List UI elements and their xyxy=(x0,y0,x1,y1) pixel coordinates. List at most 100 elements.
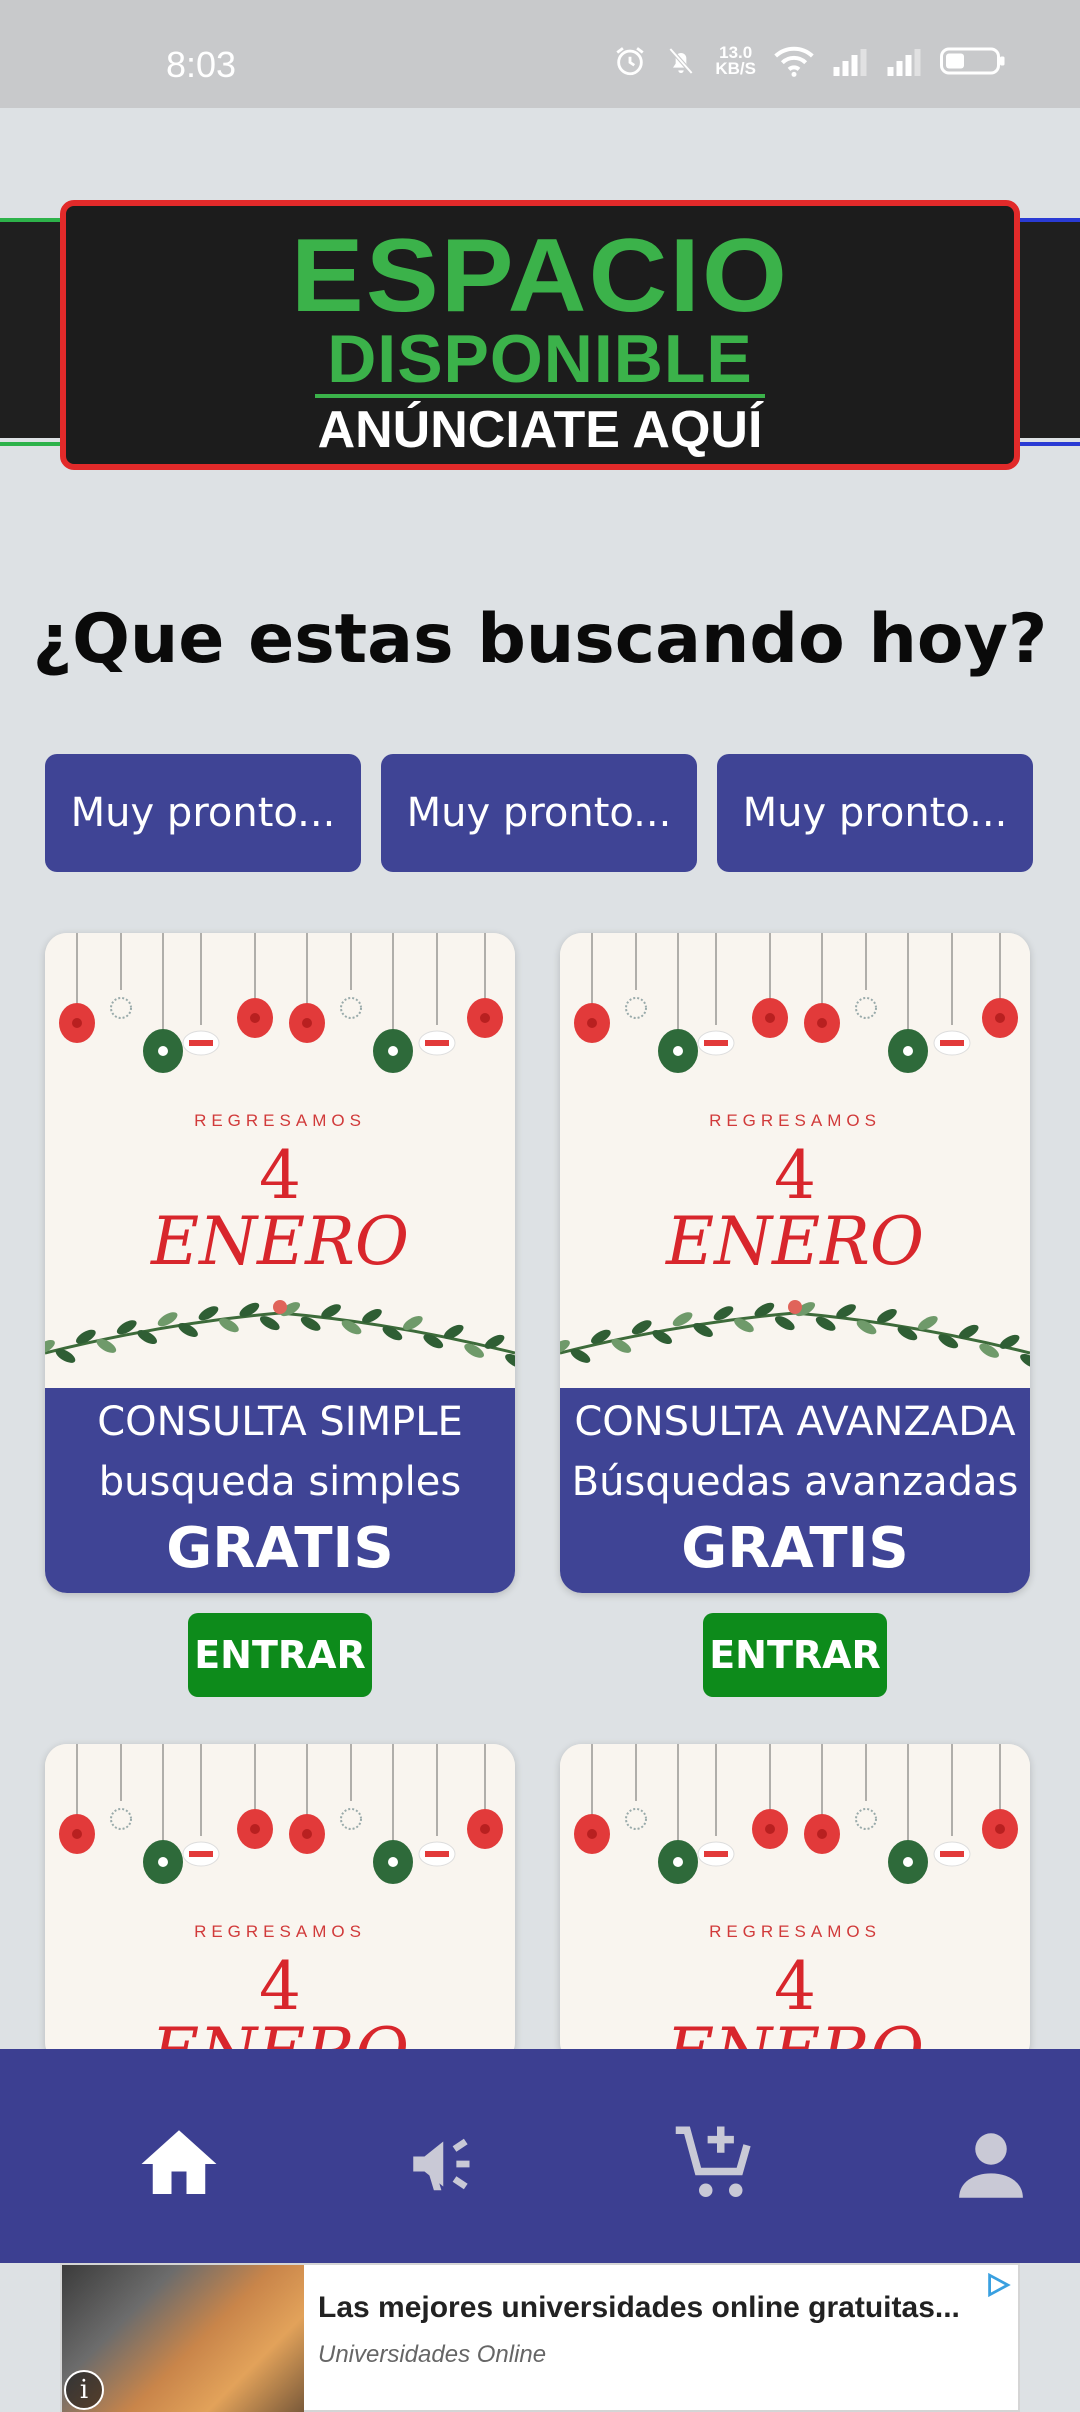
soon-button-3[interactable]: Muy pronto... xyxy=(717,754,1033,872)
card-image-number: 4 xyxy=(774,1948,816,2025)
ornaments-decoration xyxy=(59,1744,503,1884)
card-4[interactable]: REGRESAMOS 4 ENERO xyxy=(560,1744,1030,2064)
snowflake-icon xyxy=(110,997,132,1019)
ornament-center xyxy=(388,1857,398,1867)
ad-info-icon[interactable]: i xyxy=(64,2370,104,2410)
card-image-number: 4 xyxy=(774,1137,816,1214)
banner-box[interactable]: ESPACIO DISPONIBLE ANÚNCIATE AQUÍ xyxy=(60,200,1020,470)
ornament-center xyxy=(158,1046,168,1056)
ornament-band xyxy=(425,1851,449,1857)
card-image-number: 4 xyxy=(259,1948,301,2025)
person-icon[interactable] xyxy=(946,2119,1036,2209)
garland-decoration xyxy=(560,1300,1030,1368)
card-image: REGRESAMOS 4 ENERO xyxy=(560,1744,1030,2064)
ornament-band xyxy=(940,1851,964,1857)
card-image: REGRESAMOS 4 ENERO xyxy=(45,1744,515,2064)
ornament-center xyxy=(817,1829,827,1839)
card-image-kicker: REGRESAMOS xyxy=(194,1111,366,1130)
garland-branch xyxy=(560,1311,1030,1355)
page-title: ¿Que estas buscando hoy? xyxy=(32,600,1048,679)
ornament-center xyxy=(72,1829,82,1839)
ad-banner[interactable]: i Las mejores universidades online gratu… xyxy=(60,2263,1020,2412)
snowflake-icon xyxy=(625,1808,647,1830)
ornament-band xyxy=(425,1040,449,1046)
signal-icon-2 xyxy=(887,49,921,76)
snowflake-icon xyxy=(110,1808,132,1830)
battery-icon xyxy=(940,47,1005,75)
ornament-center xyxy=(250,1824,260,1834)
card-subtitle: Búsquedas avanzadas xyxy=(571,1459,1019,1505)
snowflake-icon xyxy=(340,1808,362,1830)
card-consulta-avanzada[interactable]: REGRESAMOS 4 ENERO CONSULTA AVANZADA Bús… xyxy=(560,933,1030,1593)
ornament-band xyxy=(189,1040,213,1046)
ornament-band xyxy=(704,1040,728,1046)
ornaments-decoration xyxy=(574,1744,1018,1884)
ad-title[interactable]: Las mejores universidades online gratuit… xyxy=(318,2291,960,2325)
card-footer: CONSULTA AVANZADA Búsquedas avanzadas GR… xyxy=(560,1388,1030,1593)
banner-ad[interactable]: ESPACIO DISPONIBLE ANÚNCIATE AQUÍ xyxy=(0,200,1080,470)
ornament-center xyxy=(903,1857,913,1867)
ornament-center xyxy=(480,1824,490,1834)
adchoices-icon[interactable] xyxy=(984,2271,1012,2299)
ad-image: i xyxy=(62,2265,304,2412)
card-consulta-simple[interactable]: REGRESAMOS 4 ENERO CONSULTA SIMPLE busqu… xyxy=(45,933,515,1593)
card-image-number: 4 xyxy=(259,1137,301,1214)
net-speed: 13.0 KB/S xyxy=(715,43,756,78)
signal-icon xyxy=(833,49,867,76)
status-time: 8:03 xyxy=(166,44,237,85)
bottom-navigation xyxy=(0,2049,1080,2263)
ornament-center xyxy=(302,1829,312,1839)
card-image-kicker: REGRESAMOS xyxy=(709,1922,881,1941)
banner-line1: ESPACIO xyxy=(290,218,790,334)
wifi-icon xyxy=(774,46,814,77)
snowflake-icon xyxy=(625,997,647,1019)
ornament-band xyxy=(189,1851,213,1857)
snowflake-icon xyxy=(855,1808,877,1830)
card-title: CONSULTA AVANZADA xyxy=(574,1399,1016,1445)
card-image-month: ENERO xyxy=(666,1203,924,1280)
ornament-center xyxy=(673,1857,683,1867)
ornament-center xyxy=(250,1013,260,1023)
soon-buttons-row: Muy pronto... Muy pronto... Muy pronto..… xyxy=(45,754,1033,872)
garland-branch xyxy=(45,1311,515,1355)
ornament-center xyxy=(302,1018,312,1028)
garland-decoration xyxy=(45,1300,515,1368)
ornament-center xyxy=(995,1824,1005,1834)
card-image-kicker: REGRESAMOS xyxy=(194,1922,366,1941)
card-price: GRATIS xyxy=(166,1516,394,1581)
garland-berry xyxy=(788,1300,802,1314)
alarm-icon xyxy=(616,47,644,76)
ornament-center xyxy=(995,1013,1005,1023)
cart-add-icon[interactable] xyxy=(672,2119,762,2209)
ornament-center xyxy=(765,1013,775,1023)
ornament-center xyxy=(158,1857,168,1867)
garland-leaf xyxy=(505,1354,515,1368)
card-image: REGRESAMOS 4 ENERO xyxy=(560,933,1030,1388)
ornament-center xyxy=(673,1046,683,1056)
card-3[interactable]: REGRESAMOS 4 ENERO xyxy=(45,1744,515,2064)
ornament-center xyxy=(587,1829,597,1839)
ornament-center xyxy=(587,1018,597,1028)
card-image-kicker: REGRESAMOS xyxy=(709,1111,881,1130)
card-image-month: ENERO xyxy=(151,1203,409,1280)
megaphone-icon[interactable] xyxy=(402,2119,492,2209)
card-price: GRATIS xyxy=(681,1516,909,1581)
ornament-band xyxy=(704,1851,728,1857)
ornament-center xyxy=(480,1013,490,1023)
enter-button-simple[interactable]: ENTRAR xyxy=(188,1613,372,1697)
soon-button-1[interactable]: Muy pronto... xyxy=(45,754,361,872)
banner-line2: DISPONIBLE xyxy=(327,321,753,397)
enter-button-avanzada[interactable]: ENTRAR xyxy=(703,1613,887,1697)
ad-advertiser: Universidades Online xyxy=(318,2341,547,2368)
ornament-center xyxy=(903,1046,913,1056)
card-footer: CONSULTA SIMPLE busqueda simples GRATIS xyxy=(45,1388,515,1593)
ornament-center xyxy=(388,1046,398,1056)
status-bar: 8:03 13.0 KB/S xyxy=(0,0,1080,108)
soon-button-2[interactable]: Muy pronto... xyxy=(381,754,697,872)
snowflake-icon xyxy=(855,997,877,1019)
ornaments-decoration xyxy=(574,933,1018,1073)
garland-leaf xyxy=(1020,1354,1030,1368)
home-icon[interactable] xyxy=(134,2119,224,2209)
ornament-center xyxy=(72,1018,82,1028)
banner-line3: ANÚNCIATE AQUÍ xyxy=(317,401,763,459)
